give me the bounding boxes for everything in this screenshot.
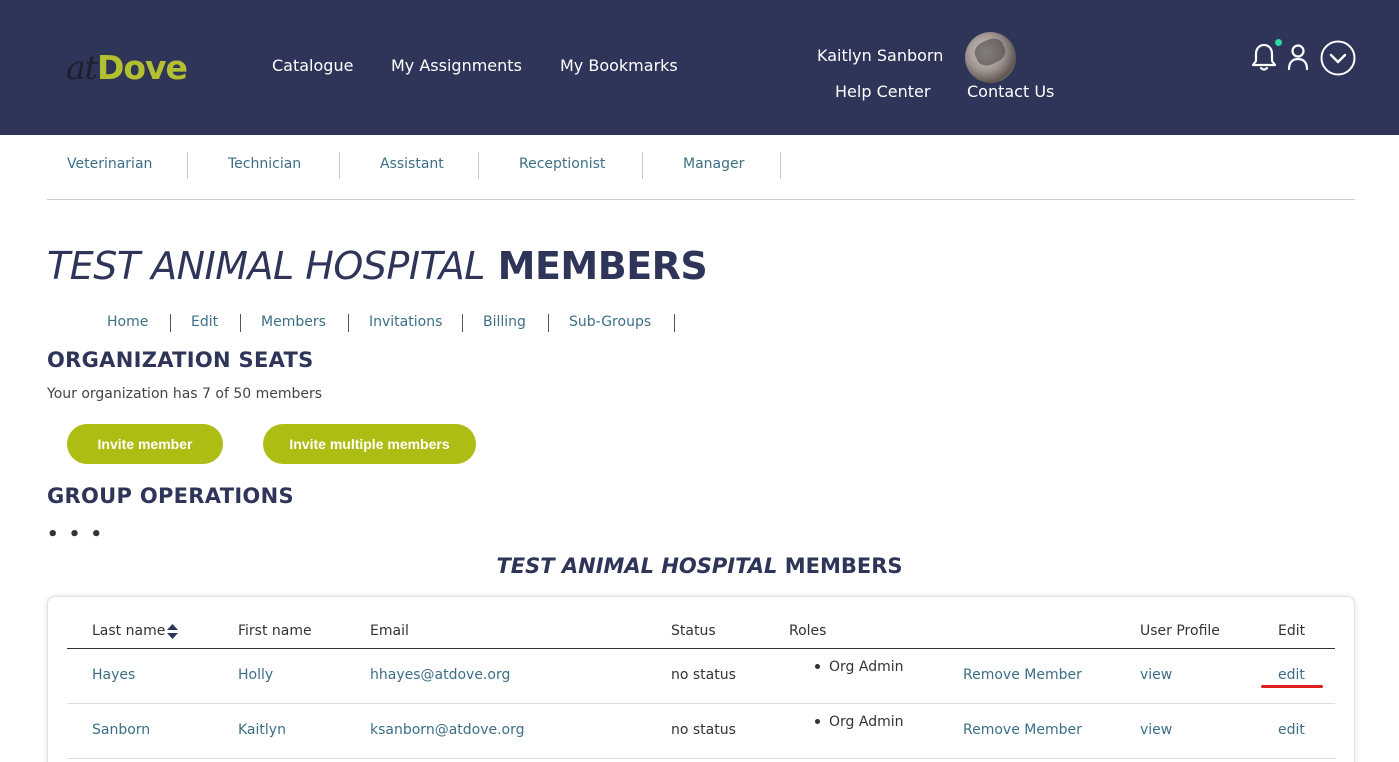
contact-us-link[interactable]: Contact Us <box>967 82 1054 101</box>
help-center-link[interactable]: Help Center <box>835 82 930 101</box>
subnav-edit[interactable]: Edit <box>191 314 218 330</box>
row-role: Org Admin <box>829 659 904 675</box>
role-receptionist[interactable]: Receptionist <box>519 156 605 172</box>
seats-count-text: Your organization has 7 of 50 members <box>47 386 323 402</box>
atdove-logo[interactable]: atDove <box>66 48 188 87</box>
table-title: TEST ANIMAL HOSPITAL MEMBERS <box>0 554 1399 578</box>
table-header-divider <box>67 648 1335 649</box>
invite-multiple-members-button[interactable]: Invite multiple members <box>263 424 476 464</box>
col-edit: Edit <box>1278 623 1306 639</box>
row-email[interactable]: ksanborn@atdove.org <box>370 722 525 738</box>
role-assistant[interactable]: Assistant <box>380 156 444 172</box>
more-options-icon[interactable]: • • • <box>47 524 104 545</box>
col-user-profile: User Profile <box>1140 623 1220 639</box>
site-header: atDove Catalogue My Assignments My Bookm… <box>0 0 1399 135</box>
table-title-members: MEMBERS <box>784 554 903 578</box>
avatar[interactable] <box>965 32 1016 83</box>
col-email: Email <box>370 623 409 639</box>
divider <box>240 314 241 332</box>
role-manager[interactable]: Manager <box>683 156 744 172</box>
invite-member-button[interactable]: Invite member <box>67 424 223 464</box>
role-nav: Veterinarian Technician Assistant Recept… <box>47 152 1355 200</box>
row-last-name[interactable]: Sanborn <box>92 722 150 738</box>
org-seats-heading: ORGANIZATION SEATS <box>47 348 314 372</box>
page-title-org: TEST ANIMAL HOSPITAL <box>47 244 485 288</box>
logo-at: at <box>66 48 98 87</box>
row-email[interactable]: hhayes@atdove.org <box>370 667 510 683</box>
divider <box>674 314 675 332</box>
remove-member-link[interactable]: Remove Member <box>963 722 1082 738</box>
logo-dove: Dove <box>96 48 188 87</box>
row-first-name[interactable]: Holly <box>238 667 273 683</box>
notification-dot <box>1275 39 1282 46</box>
user-name[interactable]: Kaitlyn Sanborn <box>817 46 943 65</box>
table-title-org: TEST ANIMAL HOSPITAL <box>496 554 778 578</box>
divider <box>642 152 643 179</box>
divider <box>462 314 463 332</box>
view-profile-link[interactable]: view <box>1140 722 1172 738</box>
divider <box>170 314 171 332</box>
group-operations-heading: GROUP OPERATIONS <box>47 484 294 508</box>
view-profile-link[interactable]: view <box>1140 667 1172 683</box>
row-role: Org Admin <box>829 714 904 730</box>
col-roles: Roles <box>789 623 827 639</box>
annotation-underline <box>1261 685 1323 688</box>
remove-member-link[interactable]: Remove Member <box>963 667 1082 683</box>
nav-catalogue[interactable]: Catalogue <box>272 56 353 75</box>
subnav-sub-groups[interactable]: Sub-Groups <box>569 314 651 330</box>
col-last-name[interactable]: Last name <box>92 623 179 639</box>
divider <box>348 314 349 332</box>
row-divider <box>67 703 1335 704</box>
page-title: TEST ANIMAL HOSPITAL MEMBERS <box>47 244 708 288</box>
divider <box>187 152 188 179</box>
page-title-members: MEMBERS <box>497 244 708 288</box>
subnav-members[interactable]: Members <box>261 314 326 330</box>
user-icon[interactable] <box>1287 42 1309 72</box>
subnav-billing[interactable]: Billing <box>483 314 526 330</box>
row-last-name[interactable]: Hayes <box>92 667 135 683</box>
nav-my-bookmarks[interactable]: My Bookmarks <box>560 56 678 75</box>
bullet <box>815 664 820 669</box>
col-status: Status <box>671 623 716 639</box>
bell-icon[interactable] <box>1251 42 1277 72</box>
subnav-invitations[interactable]: Invitations <box>369 314 442 330</box>
col-last-name-label: Last name <box>92 623 166 639</box>
divider <box>478 152 479 179</box>
col-first-name: First name <box>238 623 312 639</box>
sort-icon[interactable] <box>167 623 179 639</box>
role-technician[interactable]: Technician <box>228 156 301 172</box>
row-status: no status <box>671 722 736 738</box>
row-first-name[interactable]: Kaitlyn <box>238 722 286 738</box>
chevron-down-icon[interactable] <box>1320 40 1356 76</box>
row-divider <box>67 758 1335 759</box>
divider <box>339 152 340 179</box>
edit-member-link[interactable]: edit <box>1278 722 1305 738</box>
bullet <box>815 719 820 724</box>
nav-my-assignments[interactable]: My Assignments <box>391 56 522 75</box>
edit-member-link[interactable]: edit <box>1278 667 1305 683</box>
role-veterinarian[interactable]: Veterinarian <box>67 156 152 172</box>
subnav-home[interactable]: Home <box>107 314 148 330</box>
divider <box>548 314 549 332</box>
row-status: no status <box>671 667 736 683</box>
divider <box>780 152 781 179</box>
